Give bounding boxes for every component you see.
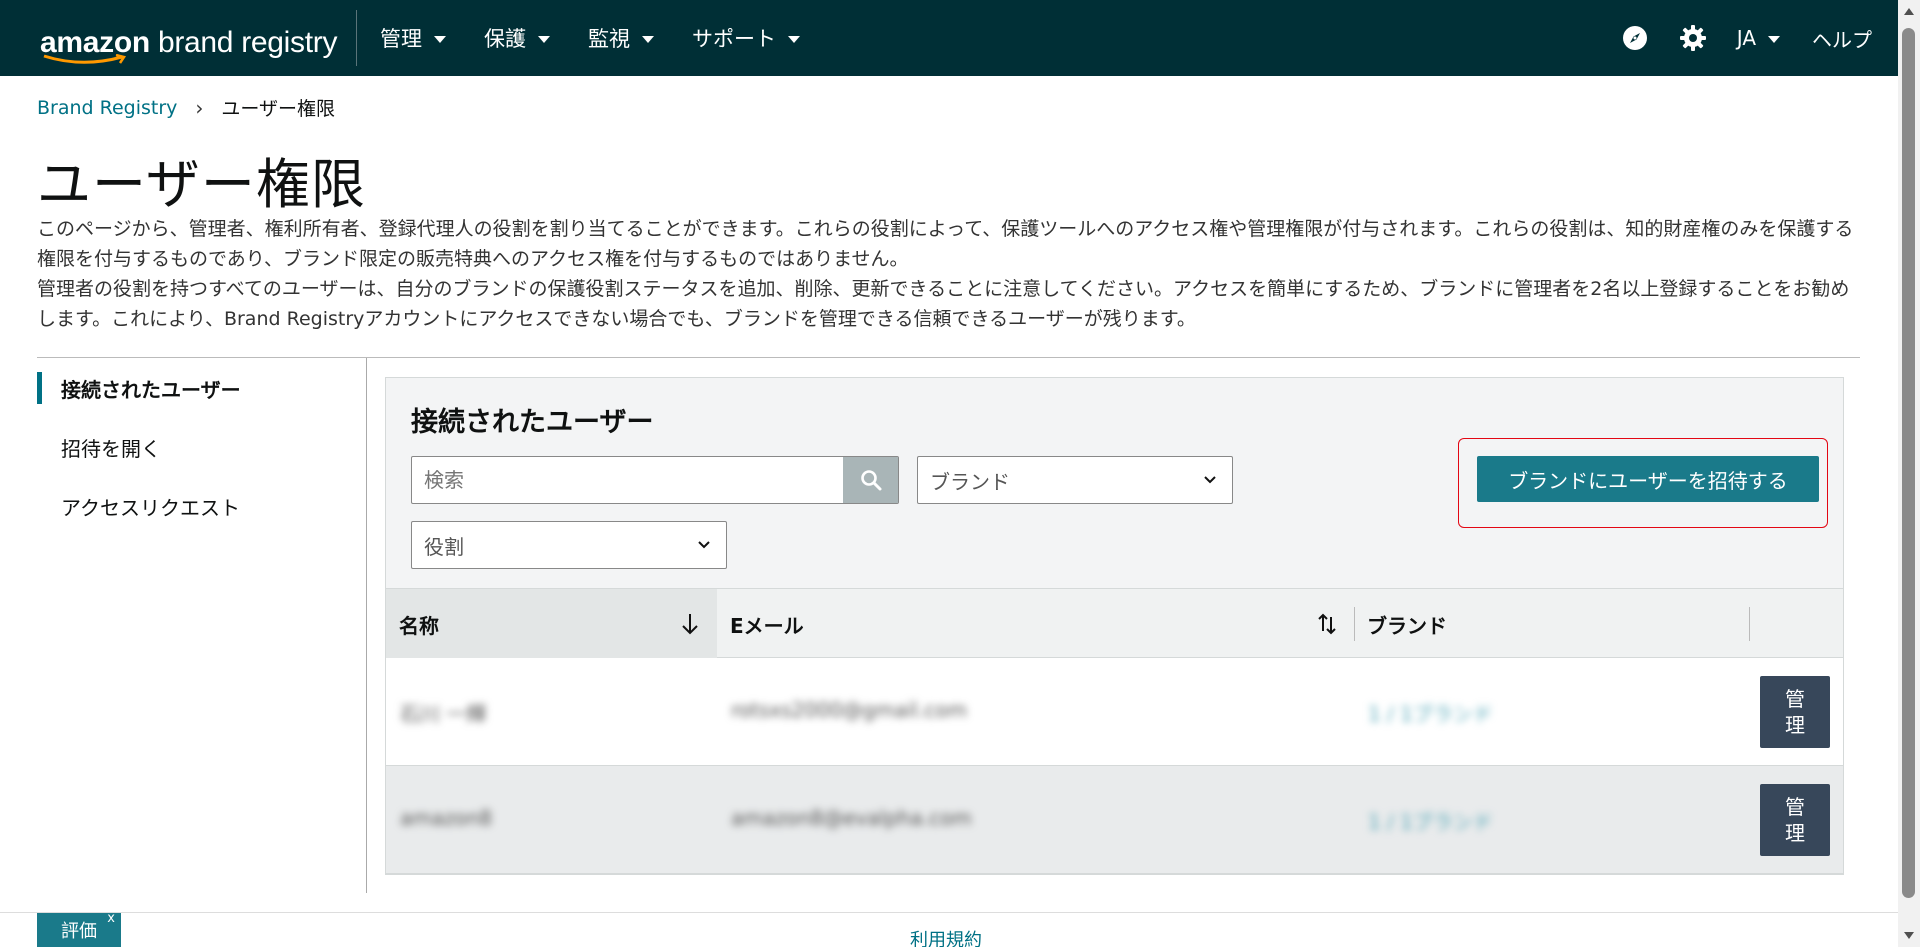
column-header-label: 名称 — [399, 613, 439, 638]
caret-down-icon — [788, 35, 800, 43]
column-header-brand: ブランド — [1354, 589, 1749, 659]
brand-registry-logo[interactable]: amazon brand registry — [40, 20, 338, 64]
column-header-label: Eメール — [730, 613, 804, 638]
nav-menu-label: 監視 — [588, 27, 630, 51]
terms-of-use-link[interactable]: 利用規約 — [910, 926, 982, 947]
users-table: 名称 Eメール ブランド 石川 一輝 rotsxs2000@gmail.com … — [386, 588, 1843, 874]
page-description-paragraph-1: このページから、管理者、権利所有者、登録代理人の役割を割り当てることができます。… — [37, 218, 1854, 270]
chevron-right-icon: › — [195, 95, 204, 120]
role-filter-value: 役割 — [424, 534, 464, 559]
table-row: amazon8 amazon8@evalpha.com 1 / 1ブランド 管理 — [386, 766, 1843, 874]
compass-icon[interactable] — [1621, 24, 1649, 52]
feedback-button[interactable]: 評価 x — [37, 911, 121, 947]
help-link[interactable]: ヘルプ — [1812, 24, 1872, 53]
table-header: 名称 Eメール ブランド — [386, 588, 1843, 659]
search-box — [411, 456, 899, 504]
breadcrumb: Brand Registry › ユーザー権限 — [37, 94, 335, 121]
user-name: amazon8 — [400, 806, 493, 830]
scroll-thumb[interactable] — [1902, 28, 1915, 898]
manage-button[interactable]: 管理 — [1760, 676, 1830, 748]
column-header-name[interactable]: 名称 — [386, 589, 717, 659]
nav-menu-protect[interactable]: 保護 — [484, 23, 550, 53]
page-scrollbar[interactable] — [1898, 0, 1920, 947]
nav-menu-support[interactable]: サポート — [692, 23, 800, 53]
role-filter-select[interactable]: 役割 — [411, 521, 727, 569]
caret-down-icon — [434, 35, 446, 43]
brand-filter-value: ブランド — [930, 469, 1010, 494]
amazon-smile-icon — [43, 54, 127, 64]
page-description: このページから、管理者、権利所有者、登録代理人の役割を割り当てることができます。… — [37, 214, 1859, 334]
language-label: JA — [1736, 26, 1756, 50]
page-title: ユーザー権限 — [37, 153, 366, 216]
nav-divider — [356, 10, 357, 66]
panel-title: 接続されたユーザー — [411, 407, 654, 438]
caret-down-icon — [538, 35, 550, 43]
search-button[interactable] — [843, 457, 898, 503]
sidenav-item-connected-users[interactable]: 接続されたユーザー — [61, 374, 241, 403]
brand-filter-select[interactable]: ブランド — [917, 456, 1233, 504]
invite-highlight: ブランドにユーザーを招待する — [1458, 438, 1828, 528]
feedback-label: 評価 — [61, 921, 97, 942]
nav-menu-label: 保護 — [484, 27, 526, 51]
top-navigation-bar: amazon brand registry 管理 保護 監視 サポート JA ヘ… — [0, 0, 1898, 76]
sidenav-item-access-requests[interactable]: アクセスリクエスト — [61, 492, 240, 521]
active-indicator — [37, 372, 42, 404]
footer-divider — [0, 912, 1898, 913]
column-header-label: ブランド — [1367, 613, 1447, 638]
user-name: 石川 一輝 — [400, 702, 487, 726]
user-email: rotsxs2000@gmail.com — [731, 698, 968, 722]
close-icon[interactable]: x — [107, 911, 115, 926]
nav-menu-label: サポート — [692, 27, 776, 51]
sort-icon[interactable] — [1316, 611, 1338, 637]
connected-users-panel: 接続されたユーザー ブランド 役割 ブランドにユーザーを招待する 名称 — [385, 377, 1844, 875]
column-header-email[interactable]: Eメール — [717, 589, 1354, 659]
search-input[interactable] — [412, 457, 843, 503]
user-brand-link[interactable]: 1 / 1ブランド — [1368, 806, 1493, 835]
caret-down-icon — [1768, 35, 1780, 43]
chevron-down-icon — [698, 541, 710, 549]
invite-user-button[interactable]: ブランドにユーザーを招待する — [1477, 456, 1819, 502]
nav-menu-manage[interactable]: 管理 — [380, 23, 446, 53]
breadcrumb-root-link[interactable]: Brand Registry — [37, 97, 177, 119]
scroll-down-arrow-icon[interactable] — [1904, 932, 1914, 939]
search-icon — [860, 470, 881, 491]
manage-button[interactable]: 管理 — [1760, 784, 1830, 856]
table-row: 石川 一輝 rotsxs2000@gmail.com 1 / 1ブランド 管理 — [386, 658, 1843, 766]
caret-down-icon — [642, 35, 654, 43]
side-navigation: 接続されたユーザー 招待を開く アクセスリクエスト — [37, 358, 367, 893]
nav-menu-label: 管理 — [380, 27, 422, 51]
language-selector[interactable]: JA — [1737, 26, 1780, 50]
user-email: amazon8@evalpha.com — [731, 806, 972, 830]
logo-suffix: brand registry — [149, 26, 338, 59]
user-brand-link[interactable]: 1 / 1ブランド — [1368, 698, 1493, 727]
column-divider — [1749, 607, 1750, 641]
nav-utilities: JA ヘルプ — [1591, 0, 1872, 76]
breadcrumb-current: ユーザー権限 — [221, 98, 336, 120]
nav-menu-monitor[interactable]: 監視 — [588, 23, 654, 53]
sort-descending-icon[interactable] — [679, 611, 701, 637]
nav-menu: 管理 保護 監視 サポート — [380, 0, 838, 76]
chevron-down-icon — [1204, 476, 1216, 484]
scroll-up-arrow-icon[interactable] — [1904, 8, 1914, 15]
page-description-paragraph-2: 管理者の役割を持つすべてのユーザーは、自分のブランドの保護役割ステータスを追加、… — [37, 278, 1850, 330]
sidenav-item-open-invites[interactable]: 招待を開く — [61, 433, 161, 462]
gear-icon[interactable] — [1679, 24, 1707, 52]
